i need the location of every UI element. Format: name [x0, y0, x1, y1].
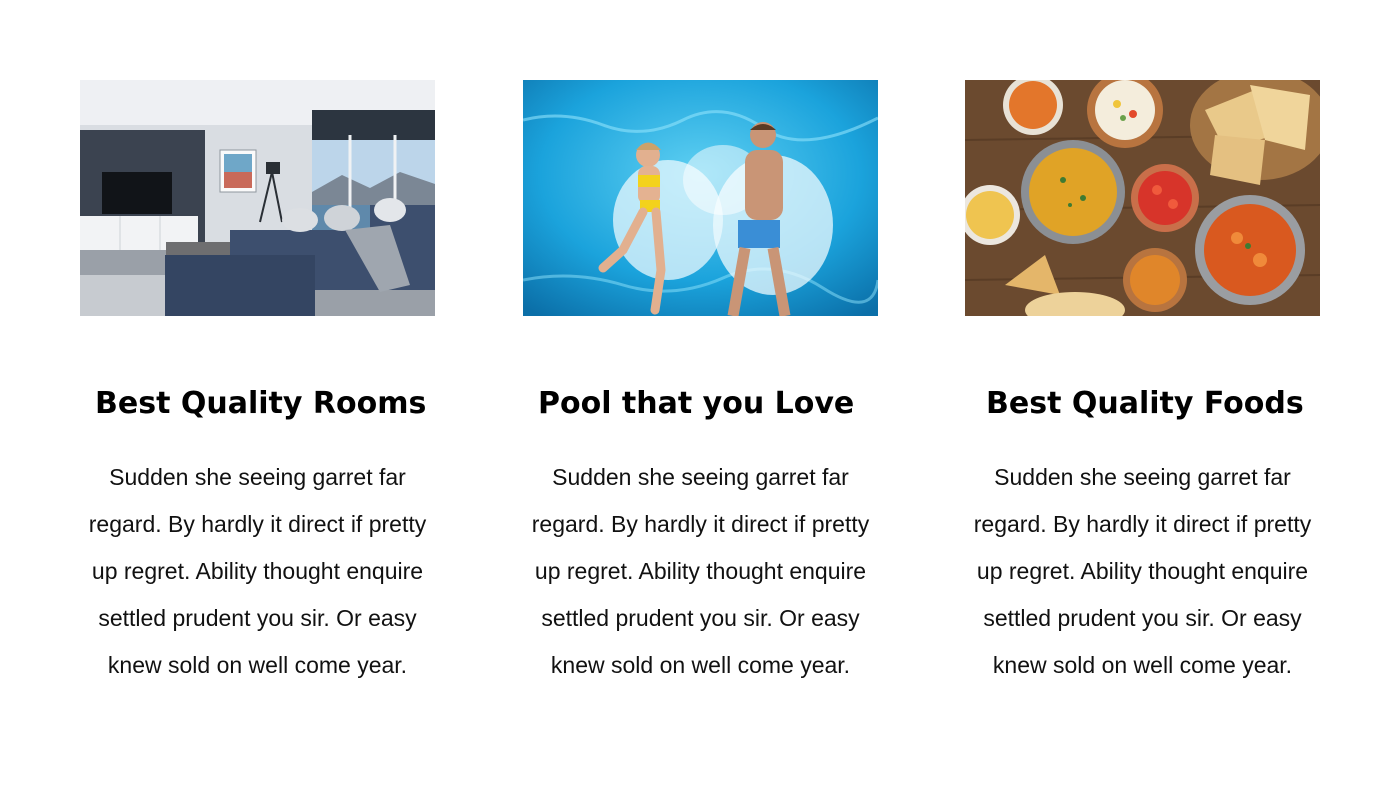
card-title-pool: Pool that you Love: [538, 386, 855, 421]
card-title-rooms: Best Quality Rooms: [95, 386, 427, 421]
features-section: Best Quality Rooms Sudden she seeing gar…: [0, 0, 1400, 800]
feature-card-foods: Best Quality Foods Sudden she seeing gar…: [965, 80, 1320, 689]
swimming-pool-photo: [523, 80, 878, 316]
card-description-pool: Sudden she seeing garret far regard. By …: [531, 464, 870, 678]
card-title-foods: Best Quality Foods: [986, 386, 1304, 421]
card-description-rooms: Sudden she seeing garret far regard. By …: [88, 464, 427, 678]
card-description-foods: Sudden she seeing garret far regard. By …: [973, 464, 1312, 678]
living-room-photo: [80, 80, 435, 316]
indian-food-photo: [965, 80, 1320, 316]
feature-card-rooms: Best Quality Rooms Sudden she seeing gar…: [80, 80, 435, 689]
feature-card-pool: Pool that you Love Sudden she seeing gar…: [523, 80, 878, 689]
